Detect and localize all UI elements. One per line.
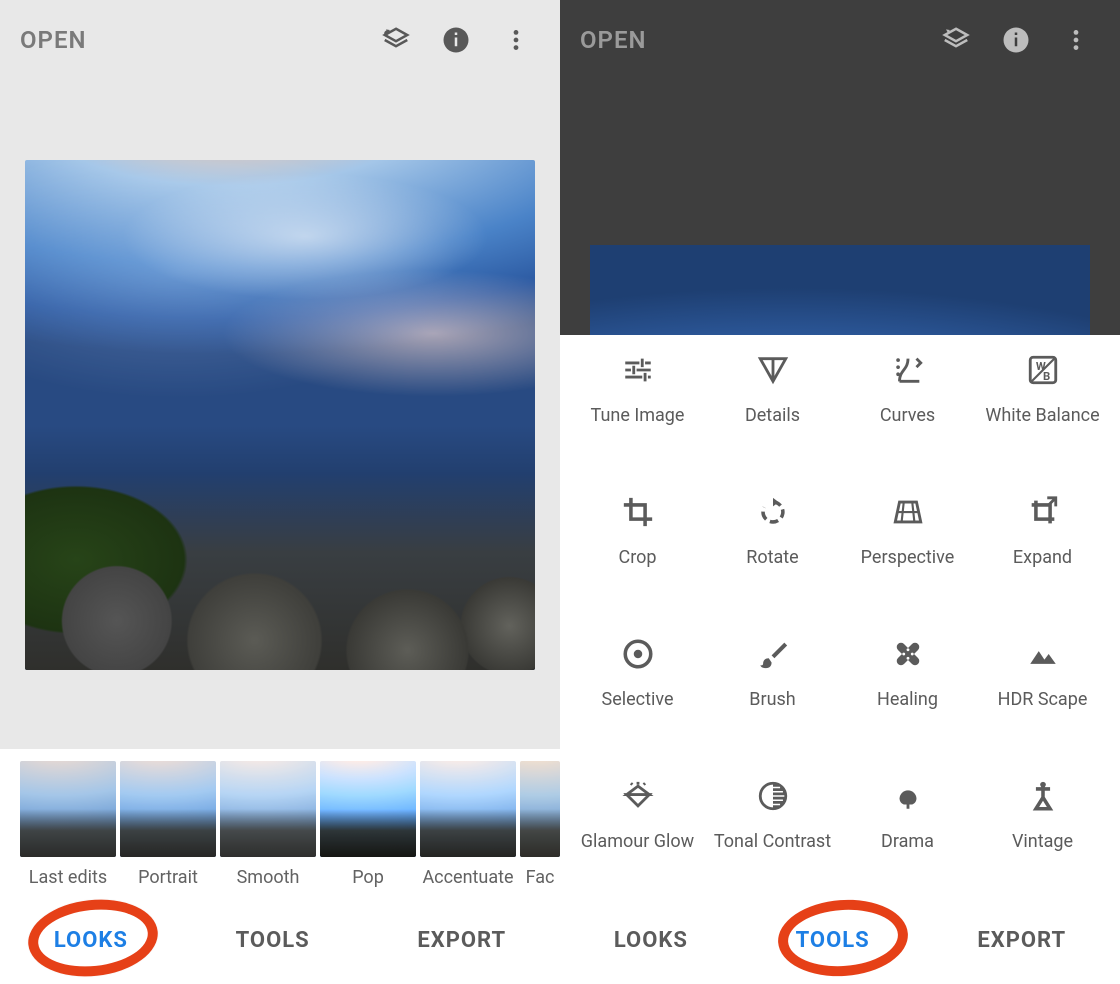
tool-drama[interactable]: Drama: [840, 765, 975, 891]
tool-curves[interactable]: Curves: [840, 339, 975, 465]
details-icon: [756, 353, 790, 387]
selective-icon: [621, 637, 655, 671]
layers-undo-icon[interactable]: [372, 16, 420, 64]
look-item[interactable]: Accentuate: [420, 761, 516, 888]
look-item[interactable]: Fac: [520, 761, 560, 888]
perspective-icon: [891, 495, 925, 529]
look-label: Accentuate: [420, 867, 516, 888]
tool-selective[interactable]: Selective: [570, 623, 705, 749]
tool-label: Details: [745, 405, 800, 427]
tune-icon: [621, 353, 655, 387]
look-item[interactable]: Portrait: [120, 761, 216, 888]
tab-tools[interactable]: TOOLS: [218, 920, 328, 961]
tool-label: Curves: [880, 405, 935, 427]
tab-looks[interactable]: LOOKS: [36, 920, 146, 961]
crop-icon: [621, 495, 655, 529]
main-photo[interactable]: [25, 160, 535, 670]
tool-healing[interactable]: Healing: [840, 623, 975, 749]
look-label: Fac: [520, 867, 560, 888]
tool-label: Rotate: [746, 547, 798, 569]
more-vert-icon[interactable]: [492, 16, 540, 64]
curves-icon: [891, 353, 925, 387]
vintage-icon: [1026, 779, 1060, 813]
drama-icon: [891, 779, 925, 813]
layers-undo-icon[interactable]: [932, 16, 980, 64]
open-button[interactable]: OPEN: [20, 26, 86, 54]
open-button[interactable]: OPEN: [580, 26, 646, 54]
topbar: OPEN: [0, 0, 560, 80]
tool-label: Brush: [749, 689, 795, 711]
info-icon[interactable]: [992, 16, 1040, 64]
look-thumb: [320, 761, 416, 857]
brush-icon: [756, 637, 790, 671]
tools-sheet: Tune Image Details Curves WB White Balan…: [560, 335, 1120, 896]
rotate-icon: [756, 495, 790, 529]
look-thumb: [20, 761, 116, 857]
glow-icon: [621, 779, 655, 813]
tool-vintage[interactable]: Vintage: [975, 765, 1110, 891]
tool-label: HDR Scape: [998, 689, 1088, 711]
tool-crop[interactable]: Crop: [570, 481, 705, 607]
tool-perspective[interactable]: Perspective: [840, 481, 975, 607]
look-item[interactable]: Smooth: [220, 761, 316, 888]
tool-label: White Balance: [985, 405, 1099, 427]
tool-expand[interactable]: Expand: [975, 481, 1110, 607]
look-label: Pop: [320, 867, 416, 888]
look-label: Smooth: [220, 867, 316, 888]
tool-label: Healing: [877, 689, 938, 711]
tool-details[interactable]: Details: [705, 339, 840, 465]
svg-text:B: B: [1043, 369, 1050, 383]
tool-label: Selective: [602, 689, 674, 711]
tool-white-balance[interactable]: WB White Balance: [975, 339, 1110, 465]
expand-icon: [1026, 495, 1060, 529]
tool-brush[interactable]: Brush: [705, 623, 840, 749]
tonal-icon: [756, 779, 790, 813]
hdr-icon: [1026, 637, 1060, 671]
look-item[interactable]: Last edits: [20, 761, 116, 888]
tool-hdr-scape[interactable]: HDR Scape: [975, 623, 1110, 749]
look-label: Last edits: [20, 867, 116, 888]
tools-grid: Tune Image Details Curves WB White Balan…: [570, 339, 1110, 896]
looks-strip: Last edits Portrait Smooth Pop Accentuat…: [0, 749, 560, 896]
tab-export[interactable]: EXPORT: [959, 920, 1084, 961]
more-vert-icon[interactable]: [1052, 16, 1100, 64]
tool-label: Perspective: [861, 547, 955, 569]
wb-icon: WB: [1026, 353, 1060, 387]
topbar: OPEN: [560, 0, 1120, 80]
tool-tune-image[interactable]: Tune Image: [570, 339, 705, 465]
tool-rotate[interactable]: Rotate: [705, 481, 840, 607]
look-thumb: [220, 761, 316, 857]
canvas-area: [0, 80, 560, 690]
tool-label: Tune Image: [591, 405, 685, 427]
tool-label: Vintage: [1012, 831, 1073, 853]
tab-export[interactable]: EXPORT: [399, 920, 524, 961]
look-thumb: [120, 761, 216, 857]
tool-glamour-glow[interactable]: Glamour Glow: [570, 765, 705, 891]
tab-tools[interactable]: TOOLS: [778, 920, 888, 961]
tool-label: Glamour Glow: [581, 831, 694, 853]
tab-looks[interactable]: LOOKS: [596, 920, 706, 961]
tool-label: Crop: [618, 547, 656, 569]
bottom-tabs: LOOKS TOOLS EXPORT: [0, 896, 560, 984]
tool-label: Expand: [1013, 547, 1072, 569]
main-photo-peek: [590, 245, 1090, 335]
tool-tonal-contrast[interactable]: Tonal Contrast: [705, 765, 840, 891]
look-thumb: [420, 761, 516, 857]
look-label: Portrait: [120, 867, 216, 888]
healing-icon: [891, 637, 925, 671]
tool-label: Tonal Contrast: [714, 831, 831, 853]
screenshot-left: OPEN Last edits Portrait Smoot: [0, 0, 560, 984]
screenshot-right: OPEN Tune Image Details Curves: [560, 0, 1120, 984]
bottom-tabs: LOOKS TOOLS EXPORT: [560, 896, 1120, 984]
look-thumb: [520, 761, 560, 857]
info-icon[interactable]: [432, 16, 480, 64]
look-item[interactable]: Pop: [320, 761, 416, 888]
tool-label: Drama: [881, 831, 934, 853]
